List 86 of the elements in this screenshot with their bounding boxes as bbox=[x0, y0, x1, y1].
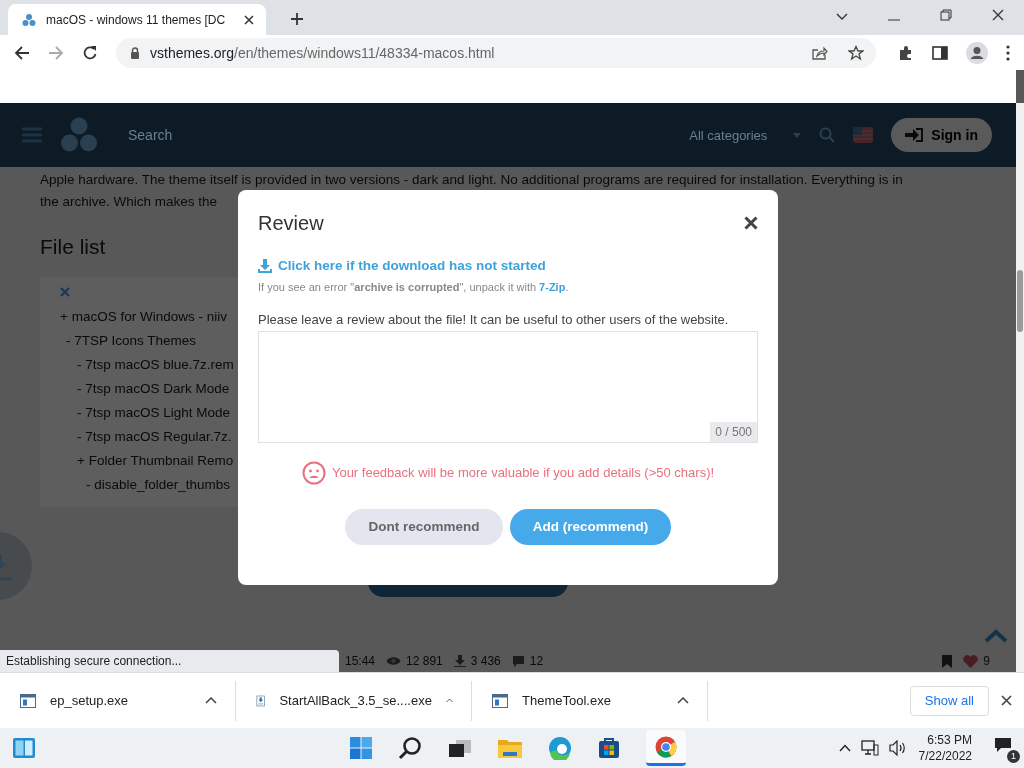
reload-icon[interactable] bbox=[82, 44, 98, 61]
taskbar-app-button[interactable] bbox=[646, 730, 686, 766]
url-text: vsthemes.org/en/themes/windows11/48334-macos.html bbox=[150, 44, 495, 61]
download-item[interactable]: ThemeTool.exe bbox=[472, 680, 708, 721]
search-icon[interactable] bbox=[398, 736, 422, 760]
tree-item[interactable]: + macOS for Windows - niiv bbox=[40, 309, 240, 333]
tree-item[interactable]: - 7tsp macOS blue.7z.rem bbox=[40, 357, 240, 381]
profile-icon[interactable] bbox=[966, 41, 988, 64]
task-view-icon[interactable] bbox=[448, 738, 472, 758]
tab-search-icon[interactable] bbox=[836, 13, 848, 21]
eye-icon bbox=[386, 656, 402, 666]
scrollbar[interactable] bbox=[1016, 103, 1024, 672]
network-icon[interactable] bbox=[860, 740, 879, 756]
review-prompt: Please leave a review about the file! It can be useful to other users of the website. bbox=[258, 311, 730, 327]
tab-title: macOS - windows 11 themes [DC bbox=[46, 12, 227, 27]
window-file-icon bbox=[20, 693, 36, 708]
start-icon[interactable] bbox=[350, 737, 372, 759]
caret-up-icon[interactable] bbox=[677, 697, 689, 704]
download-item[interactable]: StartAllBack_3.5_se....exe bbox=[236, 680, 472, 721]
views-count: 12 891 bbox=[406, 654, 443, 668]
bookmark-icon[interactable] bbox=[942, 654, 953, 668]
star-icon[interactable] bbox=[848, 44, 864, 61]
show-all-button[interactable]: Show all bbox=[909, 685, 989, 716]
caret-icon bbox=[793, 132, 802, 138]
status-text: Establishing secure connection... bbox=[0, 650, 339, 672]
tree-item[interactable]: - 7TSP Icons Themes bbox=[40, 333, 240, 357]
new-tab-icon[interactable] bbox=[290, 12, 304, 26]
close-icon[interactable] bbox=[992, 9, 1004, 21]
file-list-heading: File list bbox=[40, 235, 107, 259]
tree-item[interactable]: - 7tsp macOS Light Mode bbox=[40, 405, 240, 429]
restore-icon[interactable] bbox=[940, 9, 952, 21]
warning-text: Your feedback will be more valuable if you add details (>50 chars)! bbox=[331, 465, 715, 480]
clock-date[interactable]: 7/22/2022 bbox=[918, 748, 972, 764]
sad-face-icon bbox=[301, 460, 326, 485]
comments-count: 12 bbox=[529, 654, 544, 668]
tree-item[interactable]: - disable_folder_thumbs bbox=[40, 477, 240, 501]
extensions-icon[interactable] bbox=[898, 44, 914, 61]
close-icon[interactable] bbox=[744, 216, 758, 230]
chrome-style-icon bbox=[655, 735, 677, 758]
share-icon[interactable] bbox=[812, 45, 828, 60]
tab-favicon-icon bbox=[22, 12, 36, 27]
description-text: Apple hardware. The theme itself is provided in two versions - dark and light. No additional programs are required for installation. Everything is in bbox=[40, 171, 904, 189]
tree-item[interactable]: - 7tsp macOS Regular.7z. bbox=[40, 429, 240, 453]
sign-in-button[interactable]: Sign in bbox=[891, 118, 992, 152]
character-counter: 0 / 500 bbox=[710, 421, 757, 442]
download-file-name: StartAllBack_3.5_se....exe bbox=[279, 693, 432, 708]
chevron-up-icon[interactable] bbox=[838, 744, 851, 752]
time-text: 15:44 bbox=[345, 654, 376, 668]
download-link[interactable]: Click here if the download has not started bbox=[258, 258, 546, 273]
folder-icon[interactable] bbox=[498, 738, 522, 758]
tree-item[interactable]: + Folder Thumbnail Remo bbox=[40, 453, 240, 477]
clock-time[interactable]: 6:53 PM bbox=[927, 732, 972, 748]
window-file-icon bbox=[492, 693, 508, 708]
browser-tab[interactable]: macOS - windows 11 themes [DC bbox=[8, 4, 266, 35]
download-item[interactable]: ep_setup.exe bbox=[0, 680, 236, 721]
back-icon[interactable] bbox=[14, 44, 30, 61]
dont-recommend-button[interactable]: Dont recommend bbox=[345, 508, 503, 545]
download-file-name: ep_setup.exe bbox=[50, 693, 130, 708]
download-icon bbox=[258, 258, 272, 273]
widgets-icon[interactable] bbox=[12, 737, 36, 759]
sign-in-icon bbox=[905, 128, 924, 142]
review-textarea[interactable]: 0 / 500 bbox=[258, 330, 758, 443]
close-icon[interactable] bbox=[1001, 695, 1012, 706]
volume-icon[interactable] bbox=[888, 740, 907, 756]
lock-icon bbox=[130, 46, 140, 59]
caret-up-icon[interactable] bbox=[205, 697, 217, 704]
downloads-count: 3 436 bbox=[470, 654, 501, 668]
likes-count: 9 bbox=[983, 654, 990, 668]
browser-icon[interactable] bbox=[548, 736, 572, 760]
notification-icon[interactable] bbox=[994, 737, 1012, 753]
side-panel-icon[interactable] bbox=[932, 45, 948, 60]
store-icon[interactable] bbox=[598, 737, 620, 759]
address-bar[interactable]: vsthemes.org/en/themes/windows11/48334-macos.html bbox=[116, 37, 876, 68]
add-button[interactable]: Add (recommend) bbox=[510, 508, 671, 545]
dialog-title: Review bbox=[258, 211, 324, 235]
description-text: the archive. Which makes the bbox=[40, 193, 219, 211]
category-dropdown[interactable]: All categories bbox=[689, 127, 768, 143]
comment-icon bbox=[511, 655, 525, 667]
notification-badge: 1 bbox=[1007, 750, 1020, 763]
menu-icon[interactable] bbox=[1006, 44, 1010, 61]
tree-item[interactable]: - 7tsp macOS Dark Mode bbox=[40, 381, 240, 405]
download-icon bbox=[453, 655, 466, 667]
error-note: If you see an error "archive is corrupted", unpack it with 7-Zip. bbox=[258, 280, 570, 293]
close-tab-icon[interactable] bbox=[244, 14, 254, 25]
download-file-name: ThemeTool.exe bbox=[522, 693, 612, 708]
search-field[interactable]: Search bbox=[126, 126, 672, 144]
